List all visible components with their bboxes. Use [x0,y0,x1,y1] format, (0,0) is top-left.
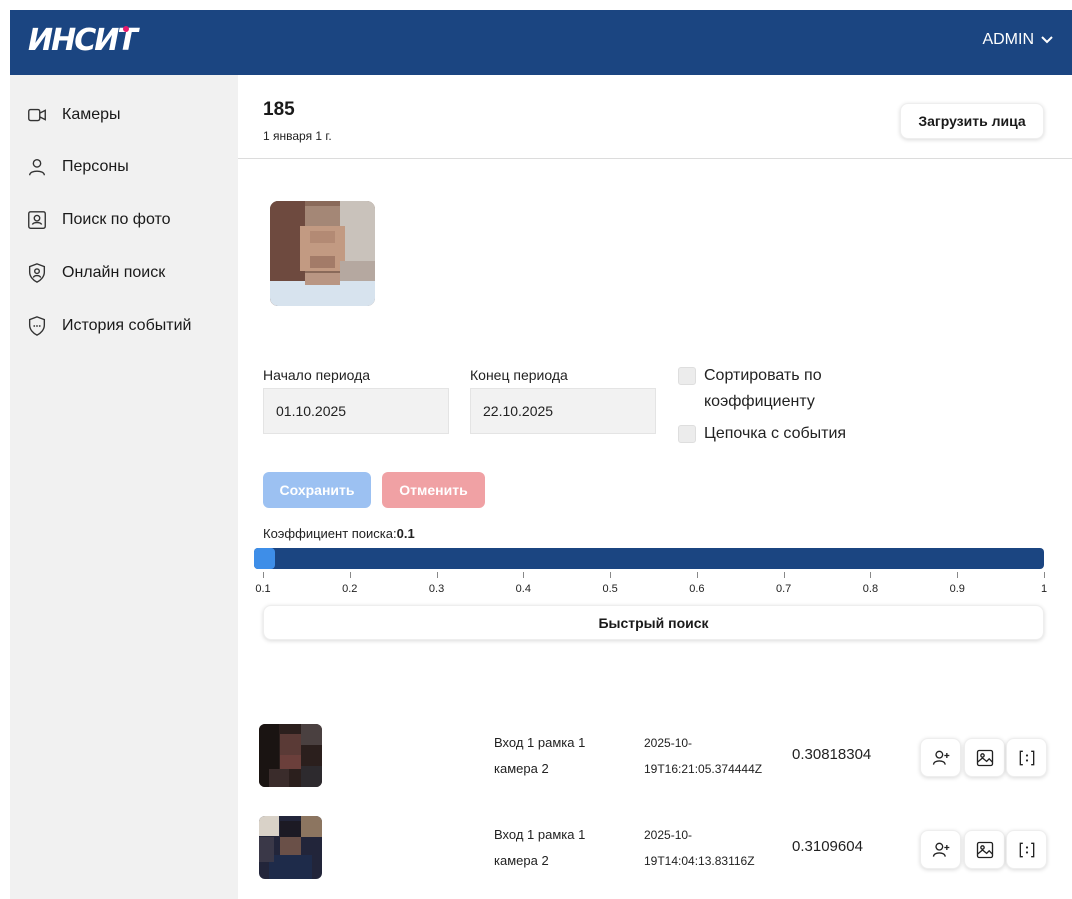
chevron-down-icon [1041,36,1053,44]
sidebar: Камеры Персоны Поиск по фото Онлайн поис… [10,75,238,899]
result-camera: Вход 1 рамка 1 камера 2 [494,735,586,776]
slider-thumb[interactable] [254,548,275,569]
result-camera: Вход 1 рамка 1 камера 2 [494,827,586,868]
video-camera-icon [28,108,46,122]
slider-tick [783,572,785,578]
result-thumbnail[interactable] [259,816,322,879]
slider-tick-label: 0.8 [862,583,879,595]
sort-checkbox-label: Сортировать по коэффициенту [704,367,822,410]
result-row: Вход 1 рамка 1 камера 2 2025-10-19T16:21… [238,724,1072,794]
event-frame-icon [1019,750,1034,765]
view-event-button[interactable] [1006,738,1047,777]
period-end-label: Конец периода [470,367,568,383]
user-menu[interactable]: ADMIN [982,31,1054,49]
page-title: 185 [263,99,295,120]
top-bar: ИНСИТ ADMIN [10,10,1072,75]
view-image-button[interactable] [964,738,1005,777]
slider-tick [349,572,351,578]
logo-dot [123,26,129,32]
person-photo [270,201,375,306]
result-timestamp: 2025-10-19T14:04:13.83116Z [644,828,755,868]
coefficient-value: 0.1 [396,526,415,541]
view-event-button[interactable] [1006,830,1047,869]
quick-search-button[interactable]: Быстрый поиск [263,605,1044,640]
event-chain-checkbox[interactable]: Цепочка с события [678,421,846,447]
sidebar-item-label: Поиск по фото [62,211,171,228]
divider [238,158,1072,159]
slider-tick-label: 0.6 [689,583,705,595]
period-start-input[interactable]: 01.10.2025 [263,388,449,434]
add-person-icon [932,750,949,765]
main-content: 185 1 января 1 г. Загрузить лица Начало … [238,75,1072,899]
image-icon [976,749,993,766]
result-score: 0.30818304 [792,746,872,763]
slider-tick-label: 0.2 [342,583,358,595]
slider-tick [610,572,612,578]
slider-tick-label: 0.5 [602,583,618,595]
shield-dots-icon [28,316,46,336]
chain-checkbox-label: Цепочка с события [704,425,847,442]
add-person-icon [932,842,949,857]
coefficient-slider[interactable] [254,548,1044,569]
coefficient-label: Коэффициент поиска:0.1 [263,526,415,541]
cancel-button[interactable]: Отменить [382,472,485,508]
slider-tick-label: 0.9 [949,583,965,595]
shield-person-icon [28,263,46,283]
slider-tick [1044,572,1045,578]
result-timestamp: 2025-10-19T16:21:05.374444Z [644,736,763,776]
coefficient-label-text: Коэффициент поиска: [263,526,397,541]
save-button[interactable]: Сохранить [263,472,371,508]
result-thumbnail[interactable] [259,724,322,787]
result-row: Вход 1 рамка 1 камера 2 2025-10-19T14:04… [238,816,1072,886]
slider-tick-label: 0.7 [776,583,792,595]
sidebar-item-label: Персоны [62,158,129,175]
sidebar-item-cameras[interactable]: Камеры [26,101,121,129]
slider-tick-label: 0.4 [515,583,531,595]
slider-tick-label: 0.3 [428,583,445,595]
user-name: ADMIN [982,31,1034,48]
add-person-button[interactable] [920,830,961,869]
checkbox-box[interactable] [678,425,696,443]
period-start-label: Начало периода [263,367,371,383]
slider-tick [957,572,959,578]
sidebar-item-label: Онлайн поиск [62,264,166,281]
sidebar-item-photo-search[interactable]: Поиск по фото [26,206,171,234]
checkbox-box[interactable] [678,367,696,385]
sidebar-item-event-history[interactable]: История событий [26,312,191,340]
image-icon [976,841,993,858]
sidebar-item-online-search[interactable]: Онлайн поиск [26,259,165,287]
person-icon [28,158,46,176]
result-score: 0.3109604 [792,838,863,855]
sidebar-item-label: Камеры [62,106,121,123]
slider-tick [436,572,438,578]
slider-tick [263,572,264,578]
upload-faces-button[interactable]: Загрузить лица [900,103,1044,139]
slider-tick [523,572,525,578]
portrait-icon [28,211,46,229]
slider-tick [696,572,698,578]
sort-by-coefficient-checkbox[interactable]: Сортировать по коэффициенту [678,363,858,415]
slider-tick [870,572,872,578]
slider-tick-label: 1 [1040,583,1048,595]
period-end-input[interactable]: 22.10.2025 [470,388,656,434]
event-frame-icon [1019,842,1034,857]
add-person-button[interactable] [920,738,961,777]
sidebar-item-label: История событий [62,317,192,334]
slider-tick-label: 0.1 [255,583,271,595]
app-logo[interactable]: ИНСИТ [28,23,138,58]
view-image-button[interactable] [964,830,1005,869]
sidebar-item-persons[interactable]: Персоны [26,153,129,181]
page-date: 1 января 1 г. [263,129,332,143]
